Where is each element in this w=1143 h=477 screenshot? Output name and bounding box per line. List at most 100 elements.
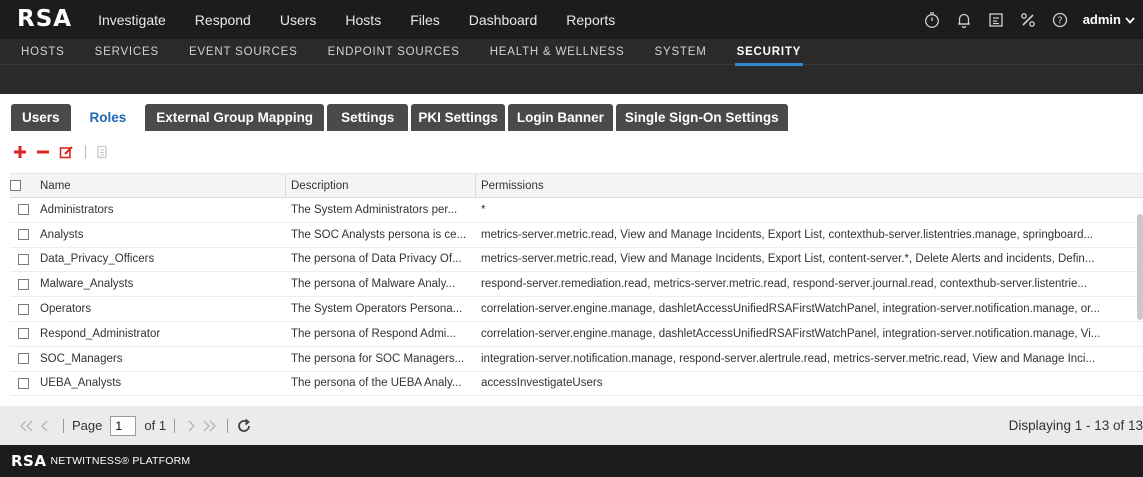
svg-text:?: ? [1057,15,1062,26]
role-permissions: accessInvestigateUsers [481,377,603,390]
refresh-icon[interactable] [236,418,252,434]
footer-product-name: NETWITNESS® PLATFORM [50,455,191,467]
role-description: The persona of Respond Admi... [291,327,456,340]
row-checkbox[interactable] [17,377,29,389]
next-page-icon[interactable] [183,418,199,434]
main-nav: Investigate Respond Users Hosts Files Da… [98,0,644,39]
select-all-checkbox[interactable] [10,180,21,191]
role-permissions: respond-server.remediation.read, metrics… [481,278,1087,291]
tab-roles[interactable]: Roles [73,104,143,131]
roles-toolbar [0,131,1143,173]
role-name: Operators [40,303,92,316]
table-row[interactable]: Analysts The SOC Analysts persona is ce.… [10,223,1143,248]
copy-icon[interactable] [92,142,112,162]
role-description: The SOC Analysts persona is ce... [291,228,467,241]
row-checkbox[interactable] [17,303,29,315]
table-row[interactable]: Malware_Analysts The persona of Malware … [10,272,1143,298]
tab-settings[interactable]: Settings [327,104,409,131]
nav-files[interactable]: Files [410,12,440,28]
role-name: UEBA_Analysts [40,377,122,390]
tab-external-group-mapping[interactable]: External Group Mapping [145,104,325,131]
role-description: The System Administrators per... [291,203,458,216]
role-permissions: correlation-server.engine.manage, dashle… [481,303,1100,316]
nav-investigate[interactable]: Investigate [98,12,166,28]
role-description: The System Operators Persona... [291,303,463,316]
tab-users[interactable]: Users [11,104,71,131]
role-description: The persona of Data Privacy Of... [291,253,462,266]
page-count: of 1 [144,418,167,433]
rsa-logo[interactable]: RSA [17,8,72,31]
table-row[interactable]: Administrators The System Administrators… [10,198,1143,223]
role-name: Data_Privacy_Officers [40,253,155,266]
subnav-endpoint-sources[interactable]: ENDPOINT SOURCES [328,39,460,65]
checklist-icon[interactable] [985,9,1007,31]
role-permissions: correlation-server.engine.manage, dashle… [481,327,1101,340]
user-name: admin [1082,12,1121,27]
row-checkbox[interactable] [17,204,29,216]
column-header-description[interactable]: Description [286,174,476,197]
table-row[interactable]: SOC_Managers The persona for SOC Manager… [10,347,1143,372]
paging-display-text: Displaying 1 - 13 of 13 [1008,418,1143,433]
column-header-name[interactable]: Name [36,174,286,197]
grid-header: Name Description Permissions [10,174,1143,198]
subnav-system[interactable]: SYSTEM [655,39,707,65]
chevron-down-icon [1125,12,1135,27]
row-checkbox[interactable] [17,229,29,241]
paging-divider [174,418,176,433]
role-permissions: metrics-server.metric.read, View and Man… [481,253,1095,266]
last-page-icon[interactable] [201,418,217,434]
subnav-hosts[interactable]: HOSTS [21,39,65,65]
row-checkbox[interactable] [17,278,29,290]
footer-rsa-logo: RSA [11,452,47,470]
remove-icon[interactable] [33,142,53,162]
row-checkbox[interactable] [17,353,29,365]
tools-icon[interactable] [1017,9,1039,31]
row-checkbox[interactable] [17,328,29,340]
role-permissions: * [481,203,486,216]
nav-reports[interactable]: Reports [566,12,615,28]
tab-sso-settings[interactable]: Single Sign-On Settings [615,104,788,131]
grid-scrollbar[interactable] [1137,214,1143,320]
role-permissions: metrics-server.metric.read, View and Man… [481,228,1094,241]
nav-users[interactable]: Users [280,12,317,28]
subnav-health-wellness[interactable]: HEALTH & WELLNESS [490,39,625,65]
table-row[interactable]: Respond_Administrator The persona of Res… [10,322,1143,347]
paging-toolbar: Page of 1 Displaying 1 - 13 of 13 [0,406,1143,445]
top-nav-bar: RSA Investigate Respond Users Hosts File… [0,0,1143,39]
select-all-cell [10,174,36,197]
role-description: The persona of the UEBA Analy... [291,377,462,390]
role-description: The persona for SOC Managers... [291,352,465,365]
column-header-permissions[interactable]: Permissions [476,174,1143,197]
table-row[interactable]: Data_Privacy_Officers The persona of Dat… [10,248,1143,273]
tab-pki-settings[interactable]: PKI Settings [411,104,505,131]
top-right-controls: ? admin [911,0,1135,39]
role-description: The persona of Malware Analy... [291,278,456,291]
add-icon[interactable] [10,142,30,162]
help-icon[interactable]: ? [1049,9,1071,31]
timer-icon[interactable] [921,9,943,31]
subnav-services[interactable]: SERVICES [95,39,159,65]
bell-icon[interactable] [953,9,975,31]
role-name: Respond_Administrator [40,327,161,340]
row-checkbox[interactable] [17,253,29,265]
table-row[interactable]: UEBA_Analysts The persona of the UEBA An… [10,372,1143,397]
previous-page-icon[interactable] [37,418,53,434]
nav-hosts[interactable]: Hosts [345,12,381,28]
roles-grid: Name Description Permissions Administrat… [10,173,1143,406]
role-name: Malware_Analysts [40,278,134,291]
paging-divider [227,418,229,433]
paging-divider [63,418,64,433]
subnav-security[interactable]: SECURITY [734,39,803,66]
page-number-input[interactable] [110,415,137,436]
role-permissions: integration-server.notification.manage, … [481,352,1096,365]
footer-bar: RSA NETWITNESS® PLATFORM [0,445,1143,477]
nav-respond[interactable]: Respond [195,12,251,28]
tab-login-banner[interactable]: Login Banner [507,104,613,131]
user-menu[interactable]: admin [1083,12,1135,27]
edit-icon[interactable] [56,142,76,162]
nav-dashboard[interactable]: Dashboard [469,12,538,28]
role-name: SOC_Managers [40,352,123,365]
subnav-event-sources[interactable]: EVENT SOURCES [189,39,298,65]
first-page-icon[interactable] [19,418,35,434]
table-row[interactable]: Operators The System Operators Persona..… [10,297,1143,322]
